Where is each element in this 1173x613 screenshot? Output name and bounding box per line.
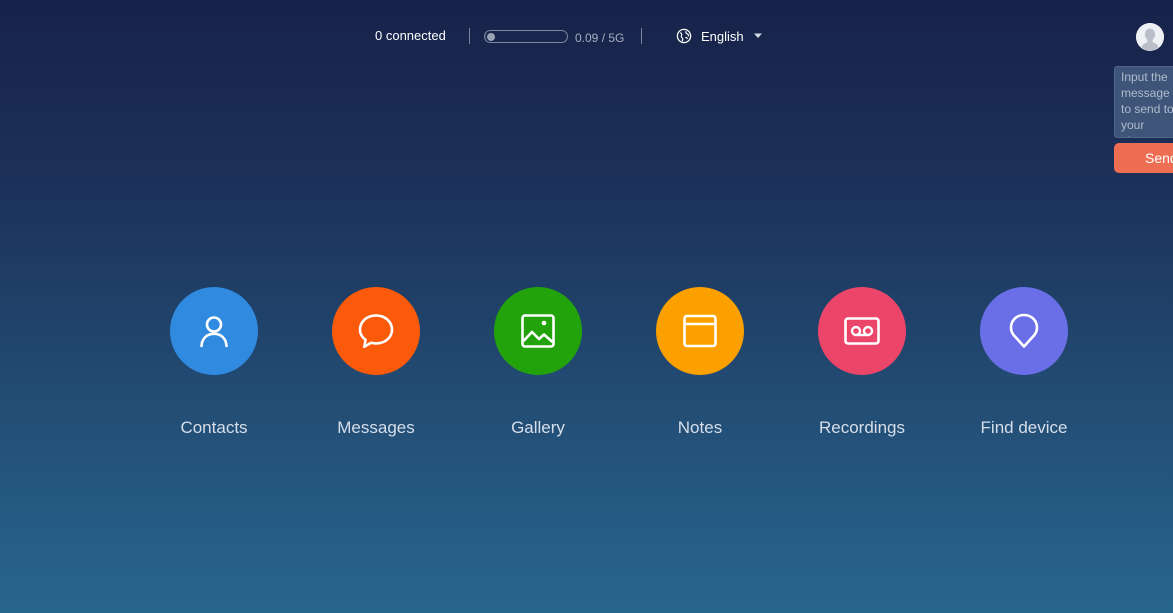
app-label: Contacts: [180, 418, 248, 437]
app-label: Notes: [677, 418, 723, 437]
find-device-icon: [1009, 313, 1039, 348]
language-selector[interactable]: English: [676, 27, 763, 45]
send-button[interactable]: Send: [1114, 143, 1173, 173]
gallery-icon: [521, 314, 555, 348]
top-bar: 0 connected 0.09 / 5G English: [0, 0, 1173, 72]
connected-status: 0 connected: [375, 28, 446, 43]
app-label: Recordings: [819, 418, 905, 437]
gallery-circle: [494, 287, 582, 375]
app-contacts[interactable]: Contacts: [133, 287, 295, 438]
globe-icon: [676, 28, 692, 44]
app-messages[interactable]: Messages: [295, 287, 457, 438]
contacts-icon: [200, 316, 228, 348]
messages-icon: [358, 314, 394, 349]
recordings-circle: [818, 287, 906, 375]
find-device-circle: [980, 287, 1068, 375]
app-gallery[interactable]: Gallery: [457, 287, 619, 438]
divider: [469, 28, 470, 44]
app-label: Find device: [980, 418, 1068, 437]
caret-down-icon: [753, 33, 762, 38]
app-find-device[interactable]: Find device: [943, 287, 1105, 438]
user-avatar-icon[interactable]: [1136, 23, 1164, 51]
storage-usage-text: 0.09 / 5G: [575, 31, 625, 45]
notes-icon: [683, 314, 717, 348]
storage-bar: [484, 30, 568, 43]
storage-bar-knob: [487, 33, 495, 41]
contacts-circle: [170, 287, 258, 375]
recordings-icon: [844, 317, 880, 345]
app-notes[interactable]: Notes: [619, 287, 781, 438]
messages-circle: [332, 287, 420, 375]
app-label: Gallery: [511, 418, 565, 437]
language-label: English: [701, 28, 744, 44]
notes-circle: [656, 287, 744, 375]
app-recordings[interactable]: Recordings: [781, 287, 943, 438]
app-label: Messages: [337, 418, 415, 437]
message-input[interactable]: [1114, 66, 1173, 138]
app-grid: Contacts Messages Gallery Notes Recordin…: [133, 287, 1105, 438]
divider: [641, 28, 642, 44]
avatar-silhouette-icon: [1136, 23, 1164, 51]
